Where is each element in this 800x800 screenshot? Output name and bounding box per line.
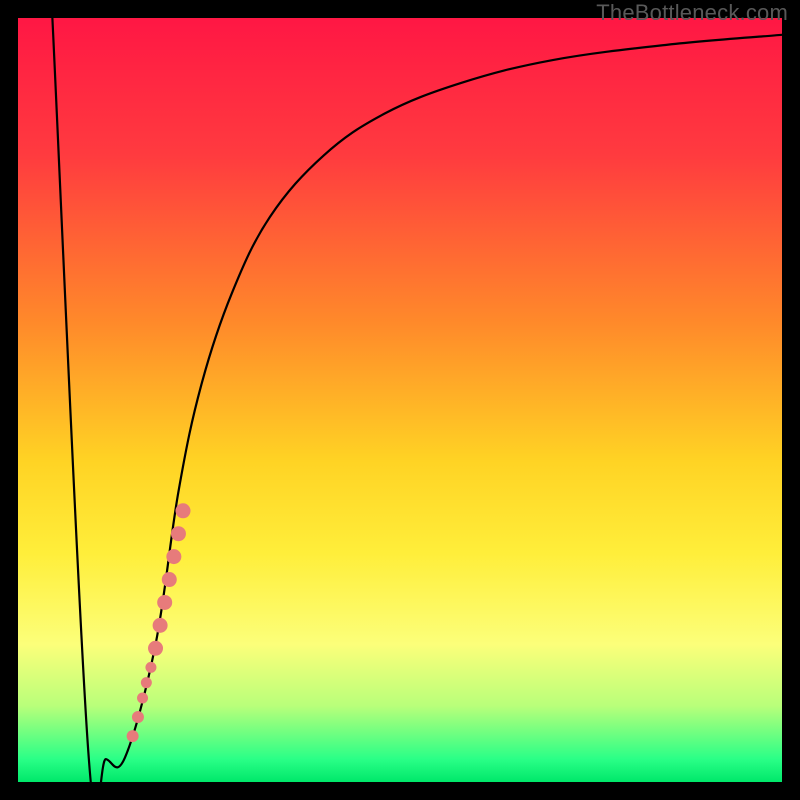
highlight-dot [141, 677, 152, 688]
highlight-dot [137, 692, 148, 703]
highlight-dot [148, 641, 163, 656]
chart-frame [18, 18, 782, 782]
chart-svg [18, 18, 782, 782]
highlight-dot [132, 711, 144, 723]
highlight-dot [145, 662, 156, 673]
watermark-text: TheBottleneck.com [596, 0, 788, 26]
highlight-dot [162, 572, 177, 587]
highlight-dot [157, 595, 172, 610]
gradient-background [18, 18, 782, 782]
highlight-dot [171, 526, 186, 541]
highlight-dot [166, 549, 181, 564]
highlight-dot [153, 618, 168, 633]
highlight-dot [127, 730, 139, 742]
highlight-dot [176, 503, 191, 518]
